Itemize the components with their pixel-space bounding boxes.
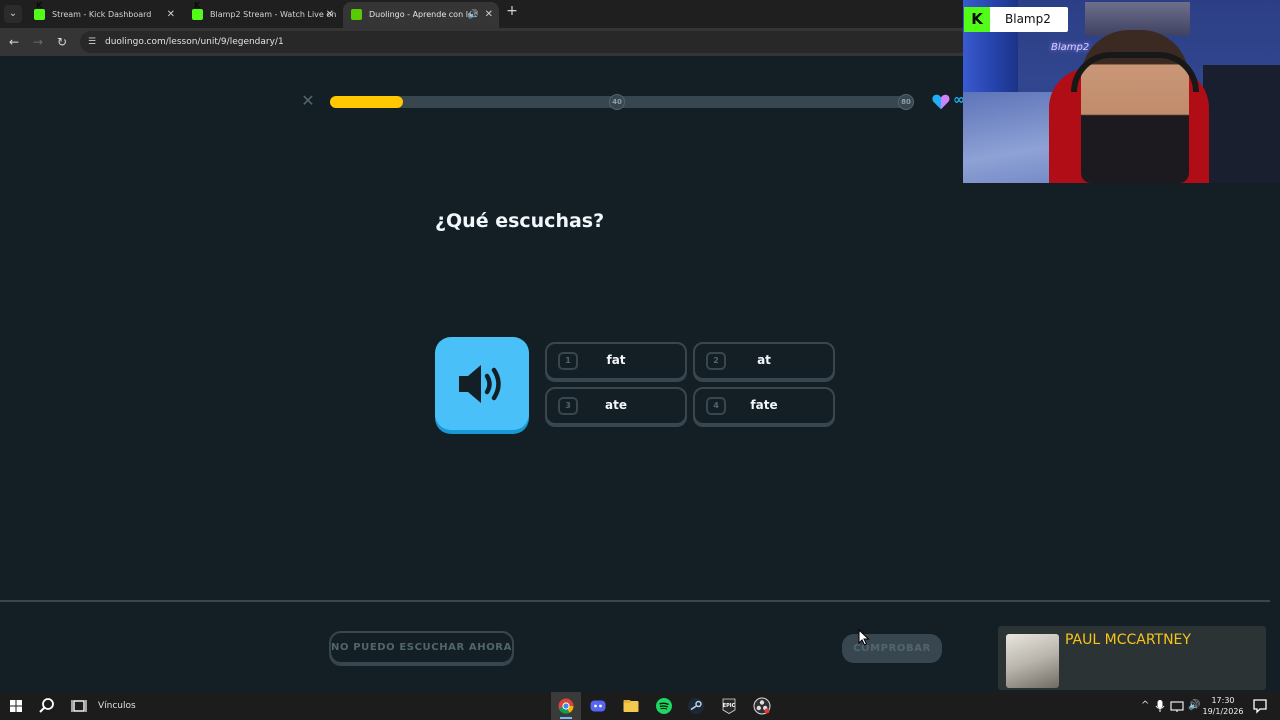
close-icon[interactable]: ✕ bbox=[167, 2, 175, 28]
choice-option-1[interactable]: 1 fat bbox=[545, 342, 687, 380]
back-icon[interactable]: ← bbox=[5, 33, 23, 51]
tab-kick-dashboard[interactable]: Stream - Kick Dashboard ✕ bbox=[26, 2, 181, 28]
volume-icon[interactable]: 🔊 bbox=[1188, 692, 1200, 720]
choice-option-3[interactable]: 3 ate bbox=[545, 387, 687, 425]
kick-logo-icon: K bbox=[964, 7, 990, 32]
choice-text: fate bbox=[750, 398, 778, 412]
close-icon[interactable]: ✕ bbox=[326, 2, 334, 28]
spotify-icon[interactable] bbox=[654, 696, 674, 716]
steam-icon[interactable] bbox=[686, 696, 706, 716]
new-tab-button[interactable]: + bbox=[504, 3, 520, 19]
kick-icon bbox=[192, 2, 203, 20]
tab-title: Blamp2 Stream - Watch Live on bbox=[210, 10, 337, 19]
choice-option-2[interactable]: 2 at bbox=[693, 342, 835, 380]
show-hidden-icons-icon[interactable]: ^ bbox=[1141, 692, 1149, 720]
play-audio-button[interactable] bbox=[435, 337, 529, 430]
channel-name: Blamp2 bbox=[1005, 12, 1051, 26]
channel-label: K Blamp2 bbox=[964, 7, 1068, 32]
headset-icon bbox=[1071, 52, 1199, 92]
shelf bbox=[1203, 65, 1280, 183]
progress-fill bbox=[330, 96, 403, 108]
cant-listen-button[interactable]: NO PUEDO ESCUCHAR AHORA bbox=[329, 631, 514, 664]
choice-option-4[interactable]: 4 fate bbox=[693, 387, 835, 425]
tab-title: Duolingo - Aprende con lec bbox=[369, 10, 478, 19]
tab-search-icon[interactable]: ⌄ bbox=[4, 5, 22, 23]
album-art bbox=[1006, 634, 1059, 688]
forward-icon[interactable]: → bbox=[29, 33, 47, 51]
check-button[interactable]: COMPROBAR bbox=[842, 634, 942, 663]
kick-icon bbox=[34, 2, 45, 20]
address-bar[interactable]: ☰ duolingo.com/lesson/unit/9/legendary/1 bbox=[80, 31, 970, 53]
speaker-icon bbox=[459, 365, 501, 403]
footer-divider bbox=[0, 600, 1270, 602]
choice-text: ate bbox=[605, 398, 627, 412]
tab-title: Stream - Kick Dashboard bbox=[52, 10, 152, 19]
speaker-icon[interactable]: 🔊 bbox=[468, 2, 479, 28]
obs-icon[interactable] bbox=[752, 696, 772, 716]
chrome-icon[interactable] bbox=[556, 696, 576, 716]
taskbar-clock[interactable]: 17:30 19/1/2026 bbox=[1200, 695, 1246, 717]
tab-blamp2-stream[interactable]: Blamp2 Stream - Watch Live on ✕ bbox=[184, 2, 340, 28]
network-icon[interactable] bbox=[1169, 696, 1185, 716]
milestone-badge: 80 bbox=[898, 94, 914, 110]
screen: ⌄ Stream - Kick Dashboard ✕ Blamp2 Strea… bbox=[0, 0, 1280, 720]
close-icon[interactable]: ✕ bbox=[485, 2, 493, 28]
tab-duolingo[interactable]: Duolingo - Aprende con lec 🔊 ✕ bbox=[343, 2, 499, 28]
microphone-icon[interactable] bbox=[1153, 696, 1167, 716]
epic-games-icon[interactable]: EPIC bbox=[719, 696, 739, 716]
file-explorer-icon[interactable] bbox=[621, 696, 641, 716]
duolingo-icon bbox=[351, 9, 362, 20]
site-info-icon[interactable]: ☰ bbox=[88, 36, 100, 48]
search-icon[interactable] bbox=[37, 696, 57, 716]
heart-icon bbox=[932, 94, 950, 110]
mouse-cursor-icon bbox=[858, 629, 870, 646]
question-prompt: ¿Qué escuchas? bbox=[435, 210, 605, 232]
taskbar-links-toolbar[interactable]: Vínculos bbox=[98, 692, 136, 720]
choice-text: fat bbox=[606, 353, 626, 367]
close-lesson-icon[interactable]: ✕ bbox=[300, 93, 316, 109]
svg-text:EPIC: EPIC bbox=[723, 703, 736, 709]
windows-start-icon[interactable] bbox=[6, 696, 26, 716]
clock-date: 19/1/2026 bbox=[1202, 707, 1244, 716]
windows-taskbar: Vínculos EPIC ^ 🔊 17:30 19/1/2026 bbox=[0, 692, 1280, 720]
now-playing-widget: PAUL MCCARTNEY bbox=[998, 626, 1266, 690]
milestone-badge: 40 bbox=[609, 94, 625, 110]
discord-icon[interactable] bbox=[588, 696, 608, 716]
progress-bar: 40 80 bbox=[330, 94, 914, 110]
choice-text: at bbox=[757, 353, 771, 367]
now-playing-artist: PAUL MCCARTNEY bbox=[1065, 632, 1191, 648]
reload-icon[interactable]: ↻ bbox=[53, 33, 71, 51]
clock-time: 17:30 bbox=[1211, 696, 1235, 705]
webcam-overlay: Blamp2 K Blamp2 bbox=[963, 0, 1280, 183]
neon-sign: Blamp2 bbox=[1051, 42, 1090, 53]
url-text: duolingo.com/lesson/unit/9/legendary/1 bbox=[105, 37, 284, 47]
task-view-icon[interactable] bbox=[69, 696, 89, 716]
notification-center-icon[interactable] bbox=[1250, 696, 1270, 716]
